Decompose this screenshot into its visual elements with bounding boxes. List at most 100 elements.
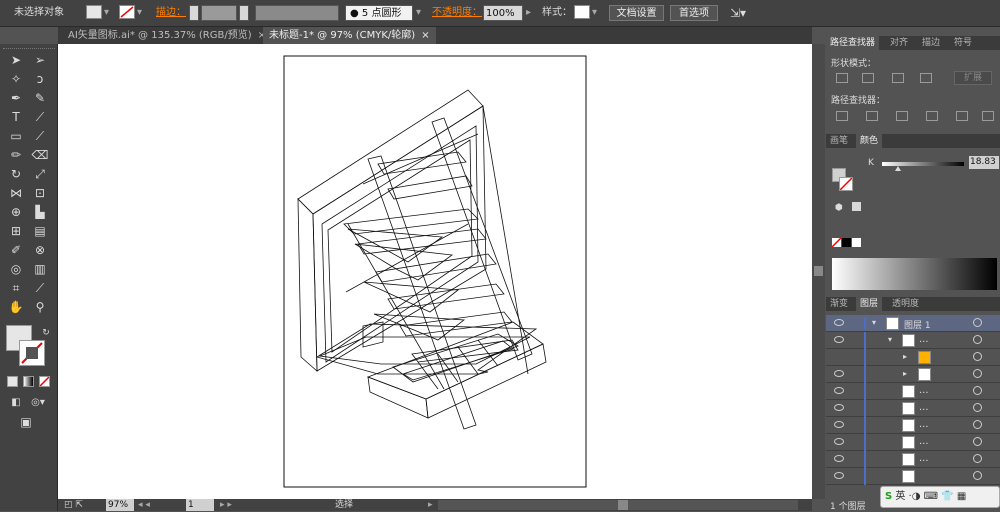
merge-icon[interactable] (896, 111, 908, 121)
expand-button[interactable]: 扩展 (954, 71, 992, 85)
selection-icon[interactable]: ➤ (6, 52, 26, 69)
preferences-button[interactable]: 首选项 (670, 5, 718, 21)
opacity-field[interactable]: 100% (483, 5, 523, 21)
document-setup-button[interactable]: 文档设置 (609, 5, 664, 21)
pencil-icon[interactable]: ✏ (6, 147, 26, 164)
tab-align[interactable]: 对齐 (886, 36, 912, 50)
artboard-nav-icon[interactable]: ◰ ⇱ (64, 499, 83, 511)
close-icon[interactable]: × (421, 30, 429, 41)
tab-layers[interactable]: 图层 (856, 297, 883, 311)
tab-untitled-1[interactable]: 未标题-1* @ 97% (CMYK/轮廓) × (263, 27, 436, 44)
minus-front-icon[interactable] (862, 73, 874, 83)
tab-gradient[interactable]: 渐变 (826, 297, 852, 311)
free-transform-icon[interactable]: ⊡ (30, 185, 50, 202)
eye-icon[interactable] (834, 438, 844, 445)
hand-icon[interactable]: ✋ (6, 299, 26, 316)
lasso-icon[interactable]: ↄ (30, 71, 50, 88)
mesh-icon[interactable]: ⊞ (6, 223, 26, 240)
swap-colors-icon[interactable]: ↻ (36, 325, 56, 342)
color-stroke-box[interactable] (839, 177, 853, 191)
color-mode-icon[interactable] (7, 376, 18, 387)
layer-row[interactable] (826, 468, 1000, 485)
direct-selection-icon[interactable]: ➢ (30, 52, 50, 69)
none-mode-icon[interactable] (39, 376, 50, 387)
stroke-stepper[interactable] (189, 5, 199, 21)
column-graph-icon[interactable]: ▥ (30, 261, 50, 278)
unite-icon[interactable] (836, 73, 848, 83)
brush-definition[interactable]: ● 5 点圆形 (345, 5, 413, 21)
line-icon[interactable]: ⟋ (30, 109, 50, 126)
exclude-icon[interactable] (920, 73, 932, 83)
trim-icon[interactable] (866, 111, 878, 121)
magic-wand-icon[interactable]: ✧ (6, 71, 26, 88)
brush-dropdown-icon[interactable]: ▾ (416, 5, 421, 21)
layer-row[interactable]: ▾ ... (826, 332, 1000, 349)
eye-icon[interactable] (834, 370, 844, 377)
target-icon[interactable] (973, 335, 982, 344)
layer-row[interactable]: ▸ (826, 349, 1000, 366)
layer-name[interactable]: 图层 1 (904, 318, 931, 331)
scale-icon[interactable]: ⤢ (30, 166, 50, 183)
blend-icon[interactable]: ⊗ (30, 242, 50, 259)
draw-mode-icon[interactable]: ◎▾ (28, 394, 48, 411)
target-icon[interactable] (973, 369, 982, 378)
stroke-label[interactable]: 描边： (156, 5, 186, 21)
target-icon[interactable] (973, 403, 982, 412)
curvature-icon[interactable]: ✎ (30, 90, 50, 107)
k-value-field[interactable]: 18.83 (969, 156, 999, 169)
eye-icon[interactable] (834, 404, 844, 411)
color-spectrum[interactable] (832, 258, 997, 290)
eye-icon[interactable] (834, 455, 844, 462)
minus-back-icon[interactable] (982, 111, 994, 121)
ime-toolbar[interactable]: S 英 ·◑ ⌨ 👕 ▦ (880, 486, 1000, 508)
layer-row[interactable]: ... (826, 383, 1000, 400)
eye-icon[interactable] (834, 421, 844, 428)
none-swatch[interactable] (832, 238, 841, 247)
layer-row[interactable]: ... (826, 417, 1000, 434)
page-field[interactable]: 1 (186, 499, 214, 511)
tab-symbols[interactable]: 符号 (950, 36, 976, 50)
eyedropper-icon[interactable]: ✐ (6, 242, 26, 259)
tab-color[interactable]: 颜色 (856, 134, 883, 148)
k-slider-thumb[interactable] (894, 166, 901, 171)
tab-brushes[interactable]: 画笔 (826, 134, 852, 148)
status-arrow-icon[interactable]: ▸ (428, 499, 433, 511)
k-slider[interactable] (882, 162, 964, 171)
shape-builder-icon[interactable]: ⊕ (6, 204, 26, 221)
scroll-thumb[interactable] (814, 266, 823, 276)
type-icon[interactable]: T (6, 109, 26, 126)
draw-normal-icon[interactable]: ◧ (6, 394, 26, 411)
canvas[interactable] (58, 44, 812, 499)
target-icon[interactable] (973, 318, 982, 327)
divide-icon[interactable] (836, 111, 848, 121)
zoom-icon[interactable]: ⚲ (30, 299, 50, 316)
white-swatch[interactable] (852, 238, 861, 247)
target-icon[interactable] (973, 352, 982, 361)
target-icon[interactable] (973, 471, 982, 480)
stroke-color-box[interactable] (19, 340, 45, 366)
stroke-weight-dropdown[interactable] (239, 5, 249, 21)
page-nav-next-icon[interactable]: ▸ ▸ (220, 499, 232, 511)
tab-pathfinder[interactable]: 路径查找器 (826, 36, 880, 50)
web-safe-swatch[interactable] (852, 202, 861, 211)
screen-mode-icon[interactable]: ▣ (16, 414, 36, 431)
style-swatch[interactable] (574, 5, 590, 19)
target-icon[interactable] (973, 454, 982, 463)
layer-row[interactable]: ... (826, 451, 1000, 468)
out-of-gamut-icon[interactable]: ⬢ (835, 203, 843, 213)
rotate-icon[interactable]: ↻ (6, 166, 26, 183)
variable-width-profile[interactable] (255, 5, 339, 21)
zoom-field[interactable]: 97% (106, 499, 134, 511)
target-icon[interactable] (973, 386, 982, 395)
layer-row[interactable]: ▸ (826, 366, 1000, 383)
rectangle-icon[interactable]: ▭ (6, 128, 26, 145)
style-dropdown-icon[interactable]: ▾ (592, 5, 597, 21)
slice-icon[interactable]: ⟋ (30, 280, 50, 297)
perspective-grid-icon[interactable]: ▙ (30, 204, 50, 221)
symbol-sprayer-icon[interactable]: ◎ (6, 261, 26, 278)
artboard-icon[interactable]: ⌗ (6, 280, 26, 297)
opacity-arrow-icon[interactable]: ▸ (526, 5, 531, 21)
vertical-scrollbar[interactable] (812, 44, 825, 499)
stroke-weight-field[interactable] (201, 5, 237, 21)
gradient-icon[interactable]: ▤ (30, 223, 50, 240)
